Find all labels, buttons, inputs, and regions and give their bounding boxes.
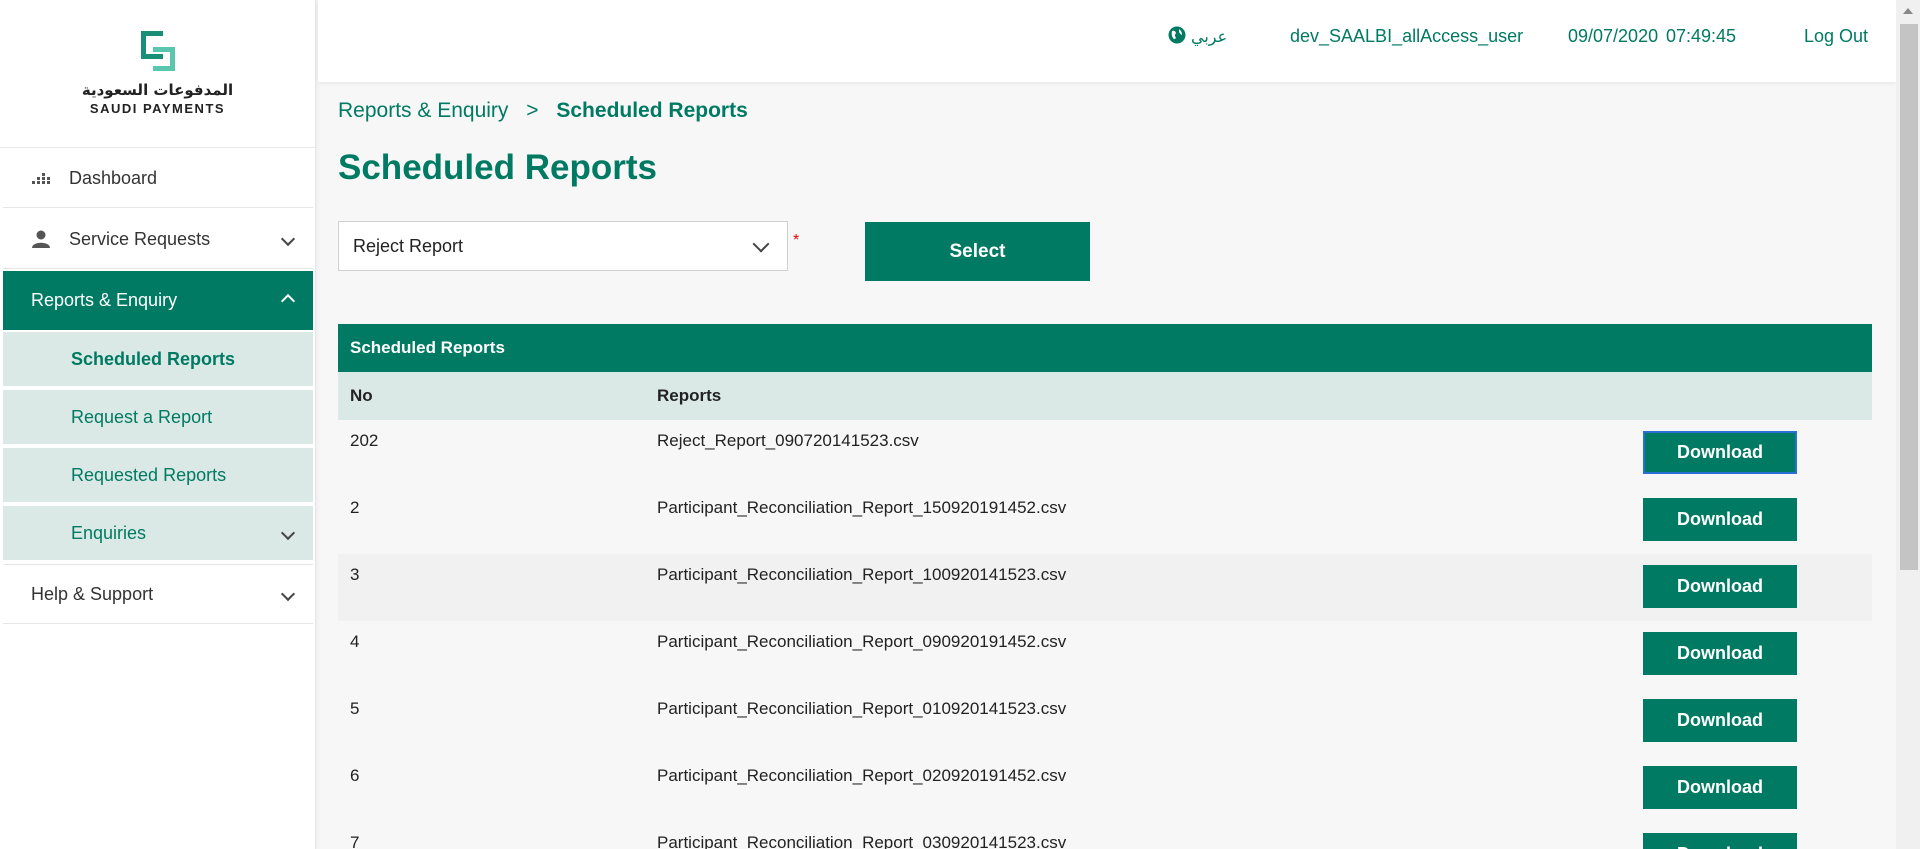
column-header-reports: Reports (657, 386, 722, 405)
username: dev_SAALBI_allAccess_user (1290, 26, 1524, 46)
top-bar: عربي dev_SAALBI_allAccess_user 09/07/202… (318, 0, 1896, 82)
language-switch[interactable]: عربي (1168, 26, 1227, 47)
page-title: Scheduled Reports (338, 148, 657, 187)
sidebar-item-reports-enquiry[interactable]: Reports & Enquiry (3, 271, 313, 330)
report-type-value: Reject Report (353, 235, 464, 256)
download-button[interactable]: Download (1643, 833, 1797, 849)
brand-arabic: المدفوعات السعودية (81, 81, 234, 99)
sidebar-item-request-report[interactable]: Request a Report (3, 390, 313, 444)
logout-link[interactable]: Log Out (1804, 26, 1868, 47)
download-button[interactable]: Download (1643, 632, 1797, 675)
row-no: 5 (350, 699, 360, 718)
breadcrumb-current: Scheduled Reports (556, 99, 748, 122)
sidebar-item-dashboard[interactable]: Dashboard (3, 150, 313, 208)
row-file: Participant_Reconciliation_Report_100920… (657, 565, 1067, 584)
row-no: 4 (350, 632, 360, 651)
select-button[interactable]: Select (865, 222, 1090, 281)
download-button[interactable]: Download (1643, 766, 1797, 809)
breadcrumb-parent[interactable]: Reports & Enquiry (338, 99, 508, 122)
download-button[interactable]: Download (1643, 431, 1797, 474)
page-scrollbar[interactable] (1896, 0, 1920, 849)
download-button[interactable]: Download (1643, 699, 1797, 742)
chevron-down-icon (752, 235, 770, 253)
chevron-down-icon (280, 586, 296, 602)
row-no: 6 (350, 766, 360, 785)
logo[interactable]: المدفوعات السعودية SAUDI PAYMENTS (0, 0, 315, 148)
sidebar-item-label: Requested Reports (71, 464, 227, 485)
time: 07:49:45 (1666, 26, 1737, 46)
row-file: Participant_Reconciliation_Report_090920… (657, 632, 1067, 651)
required-marker: * (793, 232, 800, 249)
download-button[interactable]: Download (1643, 498, 1797, 541)
sidebar-item-label: Dashboard (69, 168, 158, 188)
table-header: No Reports (338, 372, 1872, 420)
breadcrumb: Reports & Enquiry > Scheduled Reports (338, 99, 748, 123)
sidebar-item-label: Reports & Enquiry (31, 290, 178, 310)
date: 09/07/2020 (1568, 26, 1659, 46)
language-label: عربي (1191, 27, 1228, 46)
table-caption: Scheduled Reports (338, 324, 1872, 372)
chevron-down-icon (280, 231, 296, 247)
row-file: Participant_Reconciliation_Report_030920… (657, 833, 1067, 849)
scrollbar-thumb[interactable] (1900, 24, 1918, 570)
sidebar-item-label: Help & Support (31, 583, 154, 604)
sidebar-item-service-requests[interactable]: Service Requests (3, 210, 313, 269)
report-type-select[interactable]: Reject Report (338, 221, 788, 271)
table-row: 2 Participant_Reconciliation_Report_1509… (338, 487, 1872, 554)
column-header-no: No (350, 386, 373, 405)
row-file: Participant_Reconciliation_Report_010920… (657, 699, 1067, 718)
table-row: 202 Reject_Report_090720141523.csv Downl… (338, 420, 1872, 487)
sidebar-item-help-support[interactable]: Help & Support (3, 564, 313, 624)
table-row: 7 Participant_Reconciliation_Report_0309… (338, 822, 1872, 849)
user-icon (31, 230, 51, 248)
scheduled-reports-table: Scheduled Reports No Reports 202 Reject_… (338, 324, 1872, 849)
dashboard-icon (31, 171, 51, 187)
brand-english: SAUDI PAYMENTS (89, 101, 226, 116)
sidebar-item-requested-reports[interactable]: Requested Reports (3, 448, 313, 502)
table-row: 6 Participant_Reconciliation_Report_0209… (338, 755, 1872, 822)
table-row: 5 Participant_Reconciliation_Report_0109… (338, 688, 1872, 755)
sidebar-item-label: Service Requests (69, 228, 211, 249)
sidebar: المدفوعات السعودية SAUDI PAYMENTS Dashbo… (0, 0, 316, 849)
download-button[interactable]: Download (1643, 565, 1797, 608)
sidebar-item-label: Enquiries (71, 522, 147, 543)
row-file: Participant_Reconciliation_Report_150920… (657, 498, 1067, 517)
chevron-up-icon (280, 293, 296, 308)
row-no: 7 (350, 833, 360, 849)
sidebar-item-scheduled-reports[interactable]: Scheduled Reports (3, 332, 313, 386)
saudi-payments-logo-icon (140, 31, 175, 71)
table-row: 4 Participant_Reconciliation_Report_0909… (338, 621, 1872, 688)
breadcrumb-separator: > (526, 99, 539, 122)
chevron-down-icon (280, 525, 296, 541)
row-file: Reject_Report_090720141523.csv (657, 431, 919, 450)
row-no: 2 (350, 498, 360, 517)
sidebar-item-enquiries[interactable]: Enquiries (3, 506, 313, 560)
table-row: 3 Participant_Reconciliation_Report_1009… (338, 554, 1872, 621)
sidebar-item-label: Scheduled Reports (71, 348, 236, 369)
row-no: 202 (350, 431, 379, 450)
scroll-up-arrow-icon[interactable] (1903, 8, 1913, 14)
row-file: Participant_Reconciliation_Report_020920… (657, 766, 1067, 785)
globe-icon (1168, 26, 1186, 44)
row-no: 3 (350, 565, 360, 584)
sidebar-item-label: Request a Report (71, 406, 213, 427)
